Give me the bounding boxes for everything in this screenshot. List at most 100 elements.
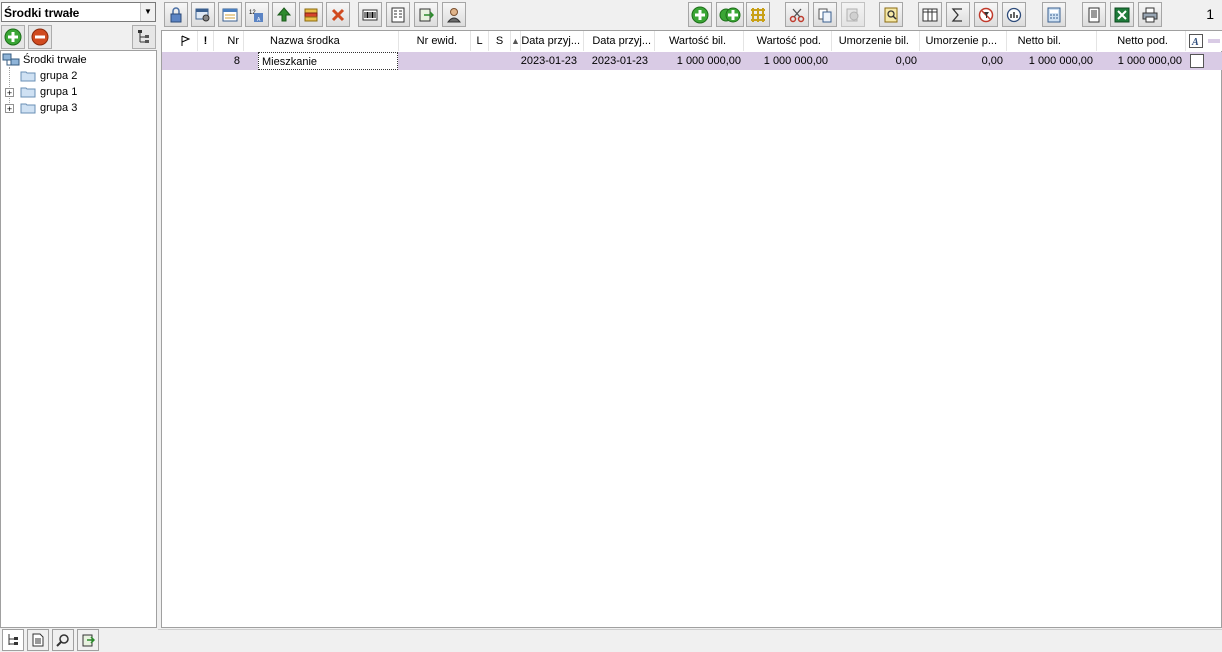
add-multiple-button[interactable] xyxy=(716,2,744,27)
table-row[interactable]: 8 Mieszkanie 2023-01-23 2023-01-23 1 000… xyxy=(162,52,1222,70)
tree-node-grupa-2[interactable]: grupa 2 xyxy=(20,68,77,84)
tree-node-root[interactable]: Środki trwałe xyxy=(2,52,87,68)
printer-icon xyxy=(1142,7,1158,22)
font-a-icon: A xyxy=(1189,34,1203,48)
layers-button[interactable] xyxy=(299,2,323,27)
row-checkbox[interactable] xyxy=(1190,54,1204,68)
column-header-s[interactable]: S xyxy=(489,31,511,51)
expand-icon[interactable]: + xyxy=(5,87,14,97)
cell-wartosc-bil: 1 000 000,00 xyxy=(676,55,741,67)
page-number: 1 xyxy=(1206,6,1214,22)
export-button[interactable] xyxy=(414,2,438,27)
column-header-umorzenie-bil[interactable]: Umorzenie bil. xyxy=(832,31,920,51)
tree-node-grupa-1[interactable]: + grupa 1 xyxy=(5,84,77,100)
report-button[interactable] xyxy=(1082,2,1106,27)
tab-export[interactable] xyxy=(77,629,99,651)
column-header-netto-pod[interactable]: Netto pod. xyxy=(1097,31,1186,51)
folder-icon xyxy=(20,103,36,114)
move-up-button[interactable] xyxy=(272,2,296,27)
document-columns-icon xyxy=(391,7,405,22)
delete-button[interactable] xyxy=(326,2,350,27)
sort-indicator: ▲ xyxy=(511,31,521,51)
filter-off-icon xyxy=(978,7,994,22)
cell-data-przyjecia: 2023-01-23 xyxy=(520,55,577,67)
column-header-umorzenie-pod[interactable]: Umorzenie p... xyxy=(920,31,1007,51)
combo-dropdown-button[interactable]: ▼ xyxy=(140,3,155,21)
numbering-button[interactable]: 12 A xyxy=(245,2,269,27)
column-header-data-przyjecia[interactable]: Data przyj... xyxy=(521,31,584,51)
column-header-nr[interactable]: Nr xyxy=(214,31,244,51)
barcode-icon xyxy=(362,9,378,20)
magnifier-icon xyxy=(56,634,69,647)
tab-tree[interactable] xyxy=(2,629,24,651)
tree-node-label: grupa 1 xyxy=(40,86,78,98)
cell-s xyxy=(489,52,511,70)
numbering-icon: 12A xyxy=(249,10,263,23)
tab-document[interactable] xyxy=(27,629,49,651)
settings-button[interactable] xyxy=(191,2,215,27)
remove-group-button[interactable] xyxy=(28,25,52,49)
cut-button[interactable] xyxy=(785,2,809,27)
sum-button[interactable] xyxy=(946,2,970,27)
user-icon xyxy=(446,7,462,22)
column-header-l[interactable]: L xyxy=(471,31,489,51)
paste-button[interactable] xyxy=(841,2,865,27)
lock-button[interactable] xyxy=(164,2,188,27)
minus-circle-icon xyxy=(31,28,49,46)
export-icon xyxy=(419,8,434,21)
excel-button[interactable] xyxy=(1110,2,1134,27)
column-header-wartosc-pod[interactable]: Wartość pod. xyxy=(744,31,832,51)
calculator-icon xyxy=(1047,7,1061,22)
calendar-button[interactable] xyxy=(218,2,242,27)
chart-circle-icon xyxy=(1006,7,1022,22)
category-combo[interactable]: Środki trwałe ▼ xyxy=(1,2,156,22)
print-button[interactable] xyxy=(1138,2,1162,27)
tab-search[interactable] xyxy=(52,629,74,651)
window-settings-icon xyxy=(195,8,210,21)
paste-icon xyxy=(846,8,859,21)
column-header-nazwa[interactable]: Nazwa środka xyxy=(244,31,399,51)
cell-nazwa[interactable]: Mieszkanie xyxy=(258,52,398,70)
add-button[interactable] xyxy=(688,2,712,27)
expand-icon[interactable]: + xyxy=(5,103,14,113)
cell-nr: 8 xyxy=(233,55,240,67)
preview-button[interactable] xyxy=(879,2,903,27)
export-icon xyxy=(82,634,95,647)
column-header-alert[interactable]: ! xyxy=(198,31,214,51)
cell-nr-ewid xyxy=(399,52,471,70)
column-header-netto-bil[interactable]: Netto bil. xyxy=(1007,31,1097,51)
delete-cross-icon xyxy=(331,8,345,21)
tree-view-button[interactable] xyxy=(132,25,156,49)
barcode-button[interactable] xyxy=(358,2,382,27)
copy-button[interactable] xyxy=(813,2,837,27)
user-button[interactable] xyxy=(442,2,466,27)
scissors-icon xyxy=(789,8,805,22)
chart-button[interactable] xyxy=(1002,2,1026,27)
column-chooser-button[interactable]: A xyxy=(1186,31,1206,51)
columns-button[interactable] xyxy=(918,2,942,27)
computer-network-icon xyxy=(2,53,20,66)
column-header-flag[interactable] xyxy=(162,31,198,51)
details-button[interactable] xyxy=(386,2,410,27)
group-tree[interactable]: Środki trwałe grupa 2 + grupa 1 + grupa … xyxy=(0,50,157,628)
stack-icon xyxy=(304,8,318,21)
copy-icon xyxy=(818,8,832,22)
assets-grid[interactable]: ! Nr Nazwa środka Nr ewid. L S ▲ Data pr… xyxy=(161,30,1222,628)
tree-node-grupa-3[interactable]: + grupa 3 xyxy=(5,100,77,116)
column-header-wartosc-bil[interactable]: Wartość bil. xyxy=(655,31,744,51)
toolbar: 12 A 1 xyxy=(160,0,1222,30)
column-header-data-przyjecia-2[interactable]: Data przyj... xyxy=(584,31,655,51)
filter-off-button[interactable] xyxy=(974,2,998,27)
excel-icon xyxy=(1114,7,1130,22)
calendar-icon xyxy=(222,8,238,21)
cell-wartosc-pod: 1 000 000,00 xyxy=(763,55,828,67)
cell-netto-bil: 1 000 000,00 xyxy=(1028,55,1093,67)
status-bar xyxy=(158,629,1222,651)
add-set-button[interactable] xyxy=(746,2,770,27)
cell-l xyxy=(471,52,489,70)
cell-umorzenie-pod: 0,00 xyxy=(981,55,1003,67)
add-group-button[interactable] xyxy=(1,25,25,49)
column-header-nr-ewid[interactable]: Nr ewid. xyxy=(399,31,471,51)
folder-icon xyxy=(20,87,36,98)
calculator-button[interactable] xyxy=(1042,2,1066,27)
